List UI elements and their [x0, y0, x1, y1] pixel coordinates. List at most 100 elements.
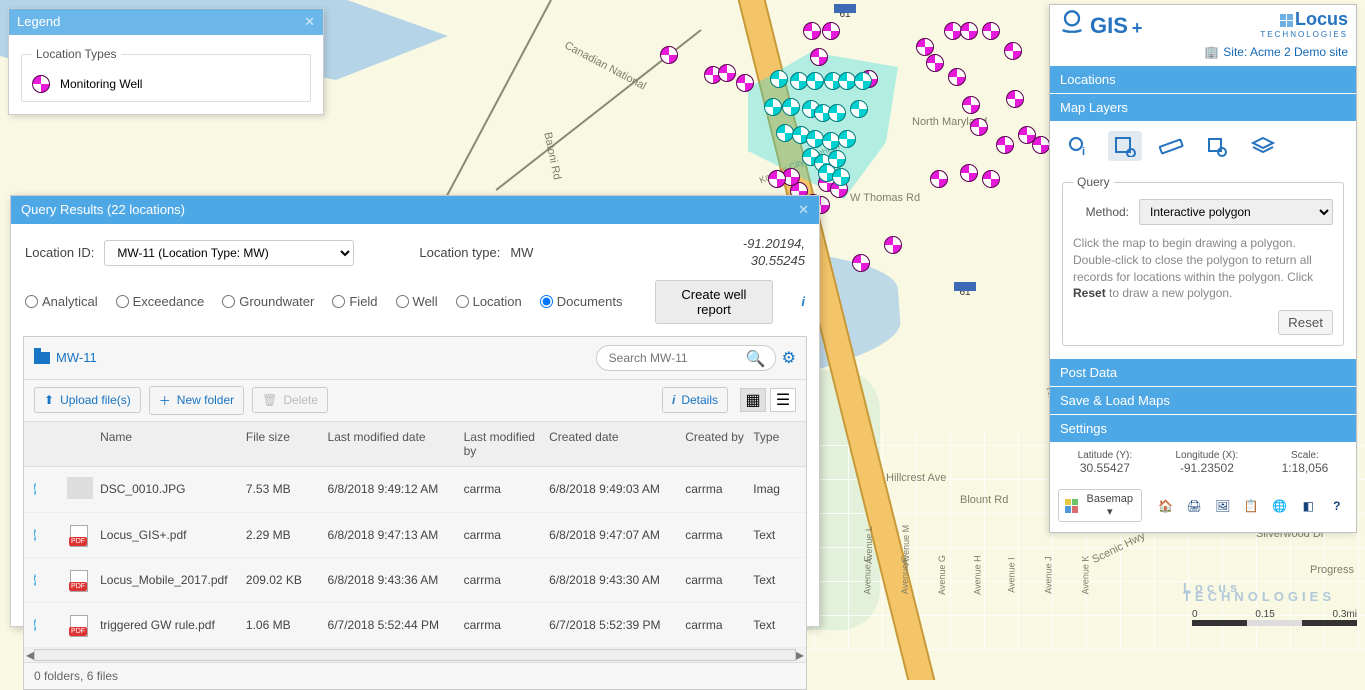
table-row[interactable]: iPDFtriggered GW rule.pdf1.06 MB6/7/2018… — [24, 603, 806, 648]
home-icon[interactable]: 🏠 — [1154, 494, 1177, 518]
pdf-icon: PDF — [67, 523, 91, 547]
upload-button[interactable]: ⬆Upload file(s) — [34, 387, 141, 413]
building-icon: 🏢 — [1204, 45, 1219, 59]
well-point[interactable] — [810, 48, 828, 66]
help-icon[interactable]: ? — [1326, 494, 1349, 518]
delete-button: 🗑Delete — [252, 387, 328, 413]
list-icon[interactable]: 📋 — [1240, 494, 1263, 518]
tab-documents[interactable]: Documents — [540, 294, 623, 309]
image-icon[interactable]: 🖼 — [1211, 494, 1234, 518]
tab-well[interactable]: Well — [396, 294, 438, 309]
create-well-report-button[interactable]: Create well report — [655, 280, 774, 324]
tab-groundwater[interactable]: Groundwater — [222, 294, 314, 309]
well-point[interactable] — [718, 64, 736, 82]
method-select[interactable]: Interactive polygon — [1139, 199, 1333, 225]
map-status-row: Latitude (Y):30.55427 Longitude (X):-91.… — [1050, 442, 1356, 483]
grid-view-toggle[interactable]: ▦ — [740, 388, 766, 412]
info-icon[interactable]: i — [34, 483, 36, 495]
tab-analytical[interactable]: Analytical — [25, 294, 98, 309]
legend-title: Legend — [17, 14, 60, 30]
well-point[interactable] — [982, 22, 1000, 40]
well-point[interactable] — [822, 22, 840, 40]
table-row[interactable]: iDSC_0010.JPG7.53 MB6/8/2018 9:49:12 AMc… — [24, 467, 806, 513]
close-icon[interactable]: ✕ — [304, 14, 315, 30]
well-point[interactable] — [884, 236, 902, 254]
gear-icon[interactable]: ⚙ — [782, 348, 796, 368]
section-locations[interactable]: Locations — [1050, 65, 1356, 93]
info-icon[interactable]: i — [34, 529, 36, 541]
globe-icon[interactable]: 🌐 — [1268, 494, 1291, 518]
legend-panel: Legend ✕ Location Types Monitoring Well — [8, 8, 324, 115]
print-icon[interactable]: 🖨 — [1183, 494, 1206, 518]
well-point-selected[interactable] — [832, 168, 850, 186]
location-type-label: Location type: — [419, 245, 500, 260]
well-point-selected[interactable] — [854, 72, 872, 90]
well-point[interactable] — [852, 254, 870, 272]
info-icon[interactable]: i — [34, 574, 36, 586]
well-point[interactable] — [736, 74, 754, 92]
well-point[interactable] — [768, 170, 786, 188]
new-folder-button[interactable]: ＋New folder — [149, 386, 244, 415]
well-point[interactable] — [1032, 136, 1050, 154]
well-point[interactable] — [916, 38, 934, 56]
site-selector[interactable]: 🏢 Site: Acme 2 Demo site — [1050, 45, 1356, 65]
query-results-panel: Query Results (22 locations) ✕ Location … — [10, 195, 820, 627]
info-icon[interactable]: i — [34, 619, 36, 631]
identify-tool-icon[interactable]: i — [1062, 131, 1096, 161]
section-post-data[interactable]: Post Data — [1050, 358, 1356, 386]
table-row[interactable]: iPDFLocus_Mobile_2017.pdf209.02 KB6/8/20… — [24, 558, 806, 603]
well-point[interactable] — [948, 68, 966, 86]
spatial-query-tool-icon[interactable] — [1108, 131, 1142, 161]
table-row[interactable]: iPDFLocus_GIS+.pdf2.29 MB6/8/2018 9:47:1… — [24, 513, 806, 558]
tab-location[interactable]: Location — [456, 294, 522, 309]
location-id-label: Location ID: — [25, 245, 94, 260]
list-view-toggle[interactable]: ☰ — [770, 388, 796, 412]
layers-tool-icon[interactable] — [1246, 131, 1280, 161]
eraser-icon[interactable]: ◧ — [1297, 494, 1320, 518]
close-icon[interactable]: ✕ — [798, 202, 809, 218]
method-label: Method: — [1073, 205, 1129, 219]
well-point-selected[interactable] — [850, 100, 868, 118]
well-point[interactable] — [930, 170, 948, 188]
section-save-load[interactable]: Save & Load Maps — [1050, 386, 1356, 414]
search-icon[interactable]: 🔍 — [746, 349, 766, 369]
well-point[interactable] — [970, 118, 988, 136]
measure-tool-icon[interactable] — [1154, 131, 1188, 161]
well-point-selected[interactable] — [770, 70, 788, 88]
details-button[interactable]: iDetails — [662, 387, 728, 413]
tab-exceedance[interactable]: Exceedance — [116, 294, 205, 309]
well-point[interactable] — [982, 170, 1000, 188]
well-point[interactable] — [926, 54, 944, 72]
section-settings[interactable]: Settings — [1050, 414, 1356, 442]
well-point[interactable] — [660, 46, 678, 64]
select-tool-icon[interactable] — [1200, 131, 1234, 161]
location-id-select[interactable]: MW-11 (Location Type: MW) — [104, 240, 354, 266]
well-point-selected[interactable] — [782, 98, 800, 116]
horizontal-scrollbar[interactable]: ◂▸ — [24, 648, 806, 662]
section-map-layers[interactable]: Map Layers — [1050, 93, 1356, 121]
reset-button[interactable]: Reset — [1278, 310, 1333, 335]
scalebar: 00.150.3mi — [1192, 609, 1357, 626]
well-point-selected[interactable] — [806, 72, 824, 90]
well-point-selected[interactable] — [838, 130, 856, 148]
folder-name[interactable]: MW-11 — [56, 350, 97, 365]
info-icon[interactable]: i — [801, 294, 805, 309]
query-results-header[interactable]: Query Results (22 locations) ✕ — [11, 196, 819, 224]
well-point-selected[interactable] — [764, 98, 782, 116]
info-icon: i — [672, 393, 675, 407]
well-point[interactable] — [960, 164, 978, 182]
legend-header[interactable]: Legend ✕ — [9, 9, 323, 35]
image-thumb-icon — [67, 477, 93, 499]
well-point[interactable] — [803, 22, 821, 40]
location-type-value: MW — [510, 245, 533, 260]
well-point[interactable] — [1004, 42, 1022, 60]
query-results-title: Query Results (22 locations) — [21, 202, 185, 218]
well-point-selected[interactable] — [828, 104, 846, 122]
well-point[interactable] — [996, 136, 1014, 154]
basemap-button[interactable]: Basemap ▾ — [1058, 489, 1142, 522]
well-point[interactable] — [962, 96, 980, 114]
tab-field[interactable]: Field — [332, 294, 377, 309]
documents-pane: MW-11 🔍 ⚙ ⬆Upload file(s) ＋New folder 🗑D… — [23, 336, 807, 690]
well-point[interactable] — [1006, 90, 1024, 108]
well-point[interactable] — [960, 22, 978, 40]
